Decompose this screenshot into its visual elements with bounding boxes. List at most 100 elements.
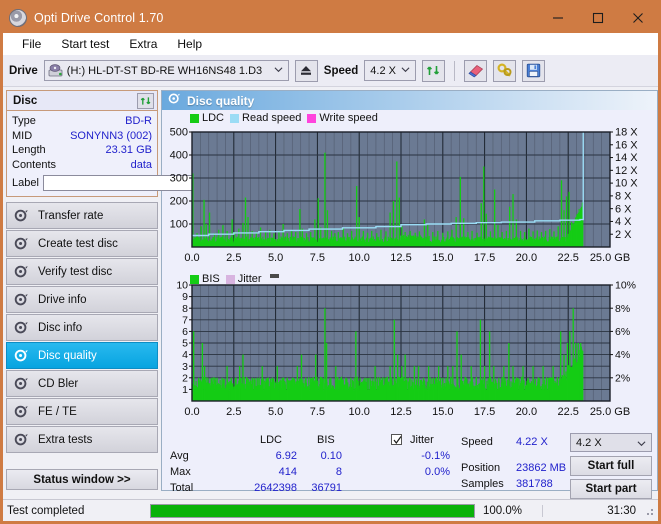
legend-label-write-speed: Write speed <box>319 112 378 124</box>
menu-file[interactable]: File <box>12 35 51 53</box>
stats-row-max-name: Max <box>170 466 191 478</box>
disc-key-mid: MID <box>12 129 33 142</box>
menu-start-test[interactable]: Start test <box>51 35 119 53</box>
svg-text:300: 300 <box>170 173 188 185</box>
ldc-chart-container: LDC Read speed Write speed 100 200 300 400 5… <box>162 110 657 273</box>
menu-extra[interactable]: Extra <box>119 35 167 53</box>
progress-fill <box>151 504 474 517</box>
svg-text:6 X: 6 X <box>615 203 632 215</box>
menu-help[interactable]: Help <box>167 35 212 53</box>
key-icon <box>497 63 512 77</box>
svg-text:8%: 8% <box>615 303 630 315</box>
sidebar: Disc Type BD-R MID SONYNN3 (002) Length … <box>3 87 242 494</box>
svg-text:20.0: 20.0 <box>516 406 537 418</box>
disc-panel-title: Disc <box>13 94 38 107</box>
panel-header: Disc quality <box>162 91 657 110</box>
refresh-icon <box>140 96 150 105</box>
stats-max-ldc: 414 <box>278 466 297 478</box>
svg-text:17.5: 17.5 <box>474 252 495 264</box>
refresh-button[interactable] <box>422 59 446 82</box>
disc-value-mid: SONYNN3 (002) <box>70 129 152 142</box>
sidebar-item-verify-test-disc[interactable]: Verify test disc <box>6 258 158 285</box>
start-full-button[interactable]: Start full <box>570 456 652 476</box>
sidebar-item-drive-info[interactable]: Drive info <box>6 286 158 313</box>
drive-label: Drive <box>9 64 38 77</box>
disc-info-rows: Type BD-R MID SONYNN3 (002) Length 23.31… <box>7 111 242 196</box>
ldc-chart: 1002003004005002 X4 X6 X8 X10 X12 X14 X1… <box>170 127 639 264</box>
sidebar-label: Extra tests <box>38 433 93 446</box>
eject-button[interactable] <box>294 59 318 82</box>
jitter-label: Jitter <box>410 434 434 446</box>
gear-icon <box>14 404 29 419</box>
svg-text:6: 6 <box>182 326 188 338</box>
erase-button[interactable] <box>464 59 488 82</box>
sidebar-item-disc-info[interactable]: Disc info <box>6 314 158 341</box>
minimize-button[interactable] <box>538 3 578 33</box>
sidebar-item-create-test-disc[interactable]: Create test disc <box>6 230 158 257</box>
disc-refresh-button[interactable] <box>137 92 154 109</box>
legend-ldc: LDC <box>190 112 224 124</box>
progress-percent: 100.0% <box>483 504 523 517</box>
bis-chart: 12345678910 2% 4% 6% 8% 10% 0.0 2.5 5.0 7.5 10.0 12… <box>176 280 636 418</box>
drive-select[interactable]: (H:) HL-DT-ST BD-RE WH16NS48 1.D3 <box>43 60 289 81</box>
bis-chart-legend: BIS Jitter <box>190 273 279 285</box>
svg-text:25.0 GB: 25.0 GB <box>590 252 630 264</box>
speed-select[interactable]: 4.2 X <box>364 60 417 81</box>
svg-text:22.5: 22.5 <box>557 406 578 418</box>
svg-text:15.0: 15.0 <box>432 252 453 264</box>
svg-text:20.0: 20.0 <box>516 252 537 264</box>
svg-text:15.0: 15.0 <box>432 406 453 418</box>
sidebar-item-transfer-rate[interactable]: Transfer rate <box>6 202 158 229</box>
test-speed-value: 4.2 X <box>576 436 602 449</box>
key-button[interactable] <box>493 59 517 82</box>
legend-swatch-write-speed <box>307 113 317 123</box>
samples-value: 381788 <box>516 478 553 490</box>
legend-label-bis: BIS <box>202 273 220 285</box>
maximize-button[interactable] <box>578 3 618 33</box>
jitter-checkbox[interactable] <box>391 434 402 445</box>
sidebar-item-fe-te[interactable]: FE / TE <box>6 398 158 425</box>
svg-text:18 X: 18 X <box>615 127 638 139</box>
svg-text:0.0: 0.0 <box>184 406 199 418</box>
sidebar-item-disc-quality[interactable]: Disc quality <box>6 342 158 369</box>
eject-icon <box>301 66 312 75</box>
application-window: Opti Drive Control 1.70 File Start test … <box>0 0 661 524</box>
sidebar-label: Disc quality <box>38 349 97 362</box>
legend-swatch-ldc <box>190 113 199 123</box>
refresh-icon <box>427 66 440 75</box>
sidebar-item-extra-tests[interactable]: Extra tests <box>6 426 158 453</box>
sidebar-label: Transfer rate <box>38 209 104 222</box>
svg-text:14 X: 14 X <box>615 152 638 164</box>
disc-key-contents: Contents <box>12 158 57 171</box>
svg-text:200: 200 <box>170 196 188 208</box>
window-controls <box>538 3 658 33</box>
save-button[interactable] <box>522 59 546 82</box>
position-value: 23862 MB <box>516 462 567 474</box>
content-area: Disc Type BD-R MID SONYNN3 (002) Length … <box>3 87 658 499</box>
stats-col-bis: BIS <box>317 434 335 446</box>
svg-text:10 X: 10 X <box>615 178 638 190</box>
svg-text:8 X: 8 X <box>615 190 632 202</box>
disc-label-row: Label <box>12 174 242 192</box>
start-part-button[interactable]: Start part <box>570 479 652 499</box>
svg-text:25.0 GB: 25.0 GB <box>590 406 630 418</box>
stats-max-jitter: 0.0% <box>424 466 450 478</box>
elapsed-time: 31:30 <box>542 504 642 517</box>
legend-write-speed: Write speed <box>307 112 378 124</box>
gear-icon <box>14 264 29 279</box>
sidebar-label: Drive info <box>38 293 87 306</box>
legend-label-jitter: Jitter <box>237 273 262 285</box>
legend-jitter: Jitter <box>225 273 262 285</box>
resize-grip[interactable] <box>642 504 655 517</box>
svg-text:10.0: 10.0 <box>348 252 369 264</box>
svg-text:7.5: 7.5 <box>310 406 325 418</box>
status-window-button[interactable]: Status window >> <box>6 469 158 490</box>
stats-row-avg-name: Avg <box>170 450 189 462</box>
close-button[interactable] <box>618 3 658 33</box>
nav-list: Transfer rate Create test disc Verify te… <box>6 202 158 453</box>
sidebar-item-cd-bler[interactable]: CD Bler <box>6 370 158 397</box>
gear-icon <box>14 236 29 251</box>
legend-swatch-read-speed <box>230 113 240 123</box>
legend-label-ldc: LDC <box>202 112 225 124</box>
test-speed-select[interactable]: 4.2 X <box>570 433 652 452</box>
